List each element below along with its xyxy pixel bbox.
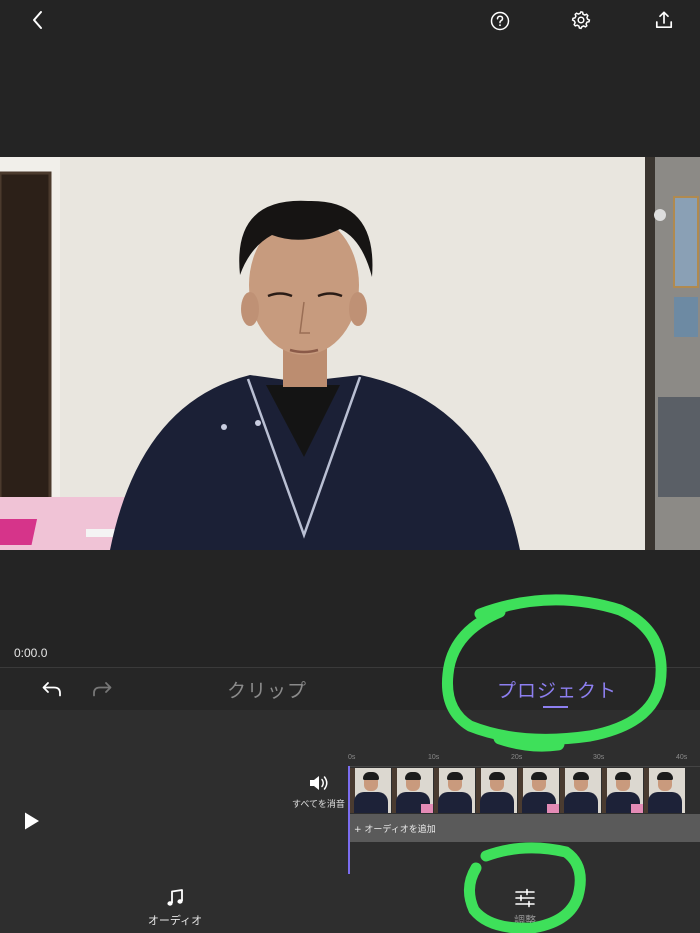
play-button[interactable] [18,807,46,835]
editor-panel: すべてを消音 0s 10s 20s 30s 40s + オーディオを追加 オーデ… [0,710,700,933]
add-audio-label: + オーディオを追加 [354,825,436,835]
mute-all-button[interactable] [307,772,331,794]
tab-clip[interactable]: クリップ [227,676,307,703]
timecode: 0:00.0 [14,646,48,660]
speaker-icon [310,776,328,790]
audio-button[interactable]: オーディオ [140,888,210,928]
share-icon [655,11,673,29]
sliders-icon [515,888,535,908]
mute-all-label: すべてを消音 [292,800,345,810]
video-frame-image [0,157,700,550]
play-icon [25,812,39,830]
music-note-icon [167,889,183,906]
back-button[interactable] [24,6,52,34]
settings-button[interactable] [568,7,594,33]
help-icon [490,11,510,31]
tick-label: 0s [348,754,356,761]
playhead[interactable] [348,766,350,874]
clip-thumbnail [644,768,685,813]
video-clip-track[interactable] [350,768,700,813]
clip-thumbnail [602,768,643,813]
share-button[interactable] [650,6,678,34]
tick-label: 20s [511,754,523,761]
tab-project[interactable]: プロジェクト [497,676,617,703]
tick-label: 30s [593,754,605,761]
audio-button-label: オーディオ [147,914,203,927]
undo-button[interactable] [38,676,66,702]
video-preview[interactable] [0,157,700,550]
timeline-ruler[interactable]: 0s 10s 20s 30s 40s [348,754,700,767]
tick-label: 10s [428,754,440,761]
adjust-button[interactable]: 調整 [490,888,560,928]
help-button[interactable] [487,8,513,34]
adjust-button-label: 調整 [514,914,536,927]
undo-icon [42,682,61,697]
clip-thumbnail [518,768,559,813]
clip-thumbnail [350,768,391,813]
redo-button[interactable] [88,676,116,702]
chevron-left-icon [33,11,42,29]
add-audio-track[interactable]: + オーディオを追加 [350,814,700,842]
clip-thumbnail [476,768,517,813]
clip-thumbnail [560,768,601,813]
clip-thumbnail [392,768,433,813]
gear-icon [571,10,591,30]
active-tab-indicator [543,706,568,708]
redo-icon [93,682,112,697]
tick-label: 40s [676,754,688,761]
ruler-line [348,766,700,767]
tab-bar: クリップ プロジェクト [0,668,700,710]
clip-thumbnail [434,768,475,813]
top-toolbar [0,0,700,42]
